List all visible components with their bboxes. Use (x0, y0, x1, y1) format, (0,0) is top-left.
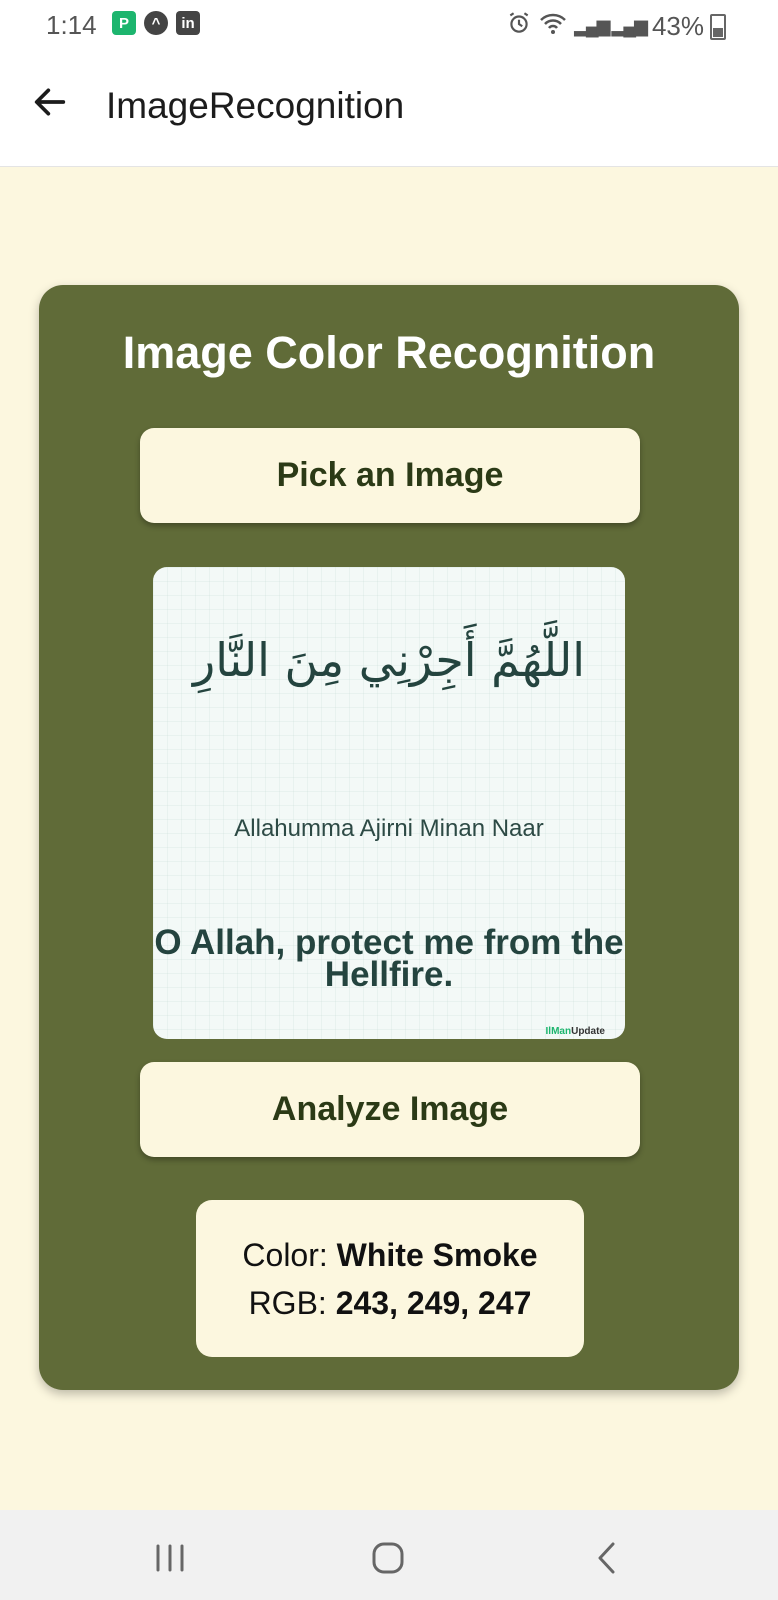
rgb-line: RGB: 243, 249, 247 (249, 1279, 532, 1327)
system-nav-bar (0, 1510, 778, 1600)
back-chevron-icon[interactable] (588, 1538, 628, 1578)
watermark-accent: IlMan (545, 1026, 572, 1037)
rgb-value: 243, 249, 247 (335, 1284, 532, 1321)
watermark-rest: Update (571, 1026, 605, 1037)
home-icon[interactable] (368, 1538, 408, 1578)
rgb-label: RGB: (248, 1284, 327, 1321)
result-box: Color: White Smoke RGB: 243, 249, 247 (196, 1200, 584, 1357)
signal-icon: ▂▄▆ ▂▄▆ (574, 16, 648, 36)
notification-icons: P ^ in (112, 11, 200, 35)
color-label: Color: (242, 1236, 328, 1273)
linkedin-icon: in (176, 11, 200, 35)
alarm-icon (506, 10, 532, 43)
arrow-left-icon[interactable] (30, 82, 70, 122)
image-translation: O Allah, protect me from the Hellfire. (154, 923, 624, 994)
image-transliteration: Allahumma Ajirni Minan Naar (234, 815, 544, 842)
analyze-image-button[interactable]: Analyze Image (140, 1062, 640, 1157)
color-value: White Smoke (336, 1236, 538, 1273)
page-title: ImageRecognition (106, 85, 405, 126)
picked-image: اللَّهُمَّ أَجِرْنِي مِنَ النَّارِ Allah… (153, 567, 625, 1039)
status-bar: 1:14 P ^ in ▂▄▆ ▂▄▆ 43% (0, 0, 778, 50)
app-bar: ImageRecognition (0, 50, 778, 167)
battery-percent: 43% (651, 11, 704, 41)
wifi-icon (538, 11, 568, 42)
color-line: Color: White Smoke (242, 1231, 537, 1279)
paytm-p-icon: P (112, 11, 136, 35)
alert-circle-icon: ^ (144, 11, 168, 35)
recent-apps-icon[interactable] (150, 1538, 190, 1578)
pick-image-button[interactable]: Pick an Image (140, 428, 640, 523)
status-right: ▂▄▆ ▂▄▆ 43% (506, 10, 726, 43)
image-arabic-text: اللَّهُمَّ أَجِرْنِي مِنَ النَّارِ (192, 633, 585, 687)
image-watermark: IlManUpdate (546, 1026, 605, 1037)
status-time: 1:14 (46, 10, 97, 40)
card-title: Image Color Recognition (122, 327, 656, 378)
battery-icon (710, 13, 726, 40)
main-content: Image Color Recognition Pick an Image ال… (0, 167, 778, 1510)
recognition-card: Image Color Recognition Pick an Image ال… (39, 285, 739, 1390)
